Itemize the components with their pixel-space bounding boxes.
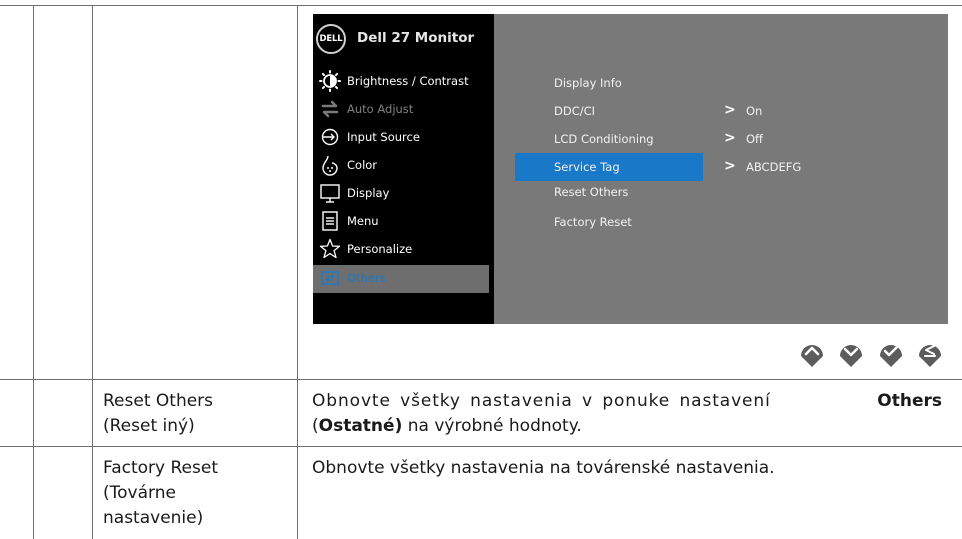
menu-icon: [322, 211, 338, 231]
others-bold-text: Others: [877, 391, 942, 411]
menu-label-menu: Menu: [347, 214, 379, 228]
submenu-item-reset-others[interactable]: Reset Others: [554, 185, 628, 199]
menu-label-others: Others: [347, 271, 386, 285]
row-separator-2: [0, 446, 962, 447]
display-icon: [320, 184, 340, 203]
table-top-border: [0, 5, 962, 6]
submenu-item-factory-reset[interactable]: Factory Reset: [554, 215, 632, 229]
menu-label-display: Display: [347, 186, 390, 200]
menu-label-input-source: Input Source: [347, 130, 420, 144]
reset-others-label-line2: (Reset iný): [103, 416, 195, 436]
back-icon[interactable]: [914, 336, 946, 368]
menu-label-auto-adjust: Auto Adjust: [347, 102, 414, 116]
monitor-osd: DELL Dell 27 Monitor Brightness / Contra…: [313, 14, 948, 324]
submenu-item-service-tag[interactable]: Service Tag: [554, 160, 620, 174]
reset-others-desc-line1: Obnovte všetky nastavenia v ponuke nasta…: [312, 389, 942, 414]
factory-reset-label-line2: (Továrne: [103, 483, 176, 503]
reset-others-label: Reset Others (Reset iný): [103, 389, 213, 439]
brightness-icon: [319, 70, 341, 92]
others-icon: [321, 271, 339, 285]
menu-item-color[interactable]: Color: [313, 152, 489, 180]
factory-reset-label-line1: Factory Reset: [103, 458, 218, 478]
menu-label-color: Color: [347, 158, 378, 172]
submenu-item-display-info[interactable]: Display Info: [554, 76, 622, 90]
menu-item-menu[interactable]: Menu: [313, 208, 489, 236]
check-icon[interactable]: [875, 336, 907, 368]
auto-adjust-icon: [321, 100, 339, 118]
chevron-right-icon: >: [724, 158, 736, 174]
input-source-icon: [321, 128, 339, 146]
menu-item-display[interactable]: Display: [313, 180, 489, 208]
menu-item-others[interactable]: Others: [313, 265, 489, 293]
column-border-1: [33, 5, 34, 539]
submenu-item-ddc-ci[interactable]: DDC/CI: [554, 104, 595, 118]
menu-label-personalize: Personalize: [347, 242, 413, 256]
star-icon: [319, 238, 341, 259]
chevron-right-icon: >: [724, 102, 736, 118]
menu-item-input-source[interactable]: Input Source: [313, 124, 489, 152]
reset-others-desc-line2: (Ostatné) na výrobné hodnoty.: [312, 416, 582, 436]
row-separator-1: [0, 379, 962, 380]
factory-reset-description: Obnovte všetky nastavenia na továrenské …: [312, 458, 775, 478]
submenu-item-lcd-conditioning[interactable]: LCD Conditioning: [554, 132, 654, 146]
factory-reset-label-line3: nastavenie): [103, 508, 204, 528]
factory-reset-label: Factory Reset (Továrne nastavenie): [103, 456, 218, 531]
color-icon: [322, 155, 338, 176]
menu-item-brightness[interactable]: Brightness / Contrast: [313, 68, 489, 96]
osd-menu-panel: DELL Dell 27 Monitor Brightness / Contra…: [313, 14, 494, 324]
up-icon[interactable]: [796, 336, 828, 368]
down-icon[interactable]: [835, 336, 867, 368]
menu-label-brightness: Brightness / Contrast: [347, 74, 469, 88]
menu-item-personalize[interactable]: Personalize: [313, 236, 489, 264]
reset-others-label-line1: Reset Others: [103, 391, 214, 411]
ddc-ci-value: On: [746, 104, 763, 118]
osd-title: Dell 27 Monitor: [357, 30, 475, 46]
column-border-3: [297, 5, 298, 539]
menu-item-auto-adjust[interactable]: Auto Adjust: [313, 96, 489, 124]
dell-logo: DELL: [316, 24, 346, 54]
lcd-conditioning-value: Off: [746, 132, 763, 146]
column-border-2: [92, 5, 93, 539]
ostatne-bold-text: Ostatné): [318, 416, 403, 436]
service-tag-value: ABCDEFG: [746, 160, 802, 174]
chevron-right-icon: >: [724, 130, 736, 146]
reset-others-description: Obnovte všetky nastavenia v ponuke nasta…: [312, 389, 942, 439]
